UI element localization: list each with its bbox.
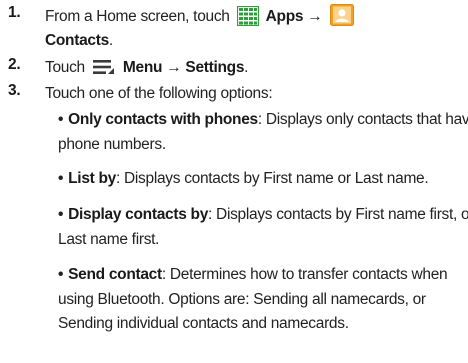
settings-label: Settings [185,59,245,76]
step-1-text: From a Home screen, touch Apps → Contact [45,4,358,53]
option-desc: : Displays contacts by First name or Las… [116,170,429,187]
arrow: → [166,59,182,76]
contacts-label: Contacts [45,32,109,49]
option-desc: : Displays contacts by First name first,… [208,206,468,223]
list-item: • List by: Displays contacts by First nam… [58,167,458,192]
option-desc-cont: Sending individual contacts and namecard… [58,315,349,332]
step-number: 2. [8,56,21,73]
list-item: • Display contacts by: Displays contacts … [58,203,468,252]
list-item: • Send contact: Determines how to transfe… [58,263,458,337]
bullet-dot: • [58,170,64,187]
step-number: 1. [8,4,21,21]
step-3-text: Touch one of the following options: [45,85,273,102]
contacts-icon [330,4,355,26]
option-term: Display contacts by [68,206,209,223]
menu-label: Menu [122,59,163,76]
arrow: → [307,8,323,25]
step-1-prefix: From a Home screen, touch [45,8,230,25]
menu-icon [92,60,114,74]
option-desc-cont: phone numbers. [58,135,166,153]
option-desc: : Displays only contacts that have [257,111,468,128]
option-term: Only contacts with phones [68,111,258,128]
contacts-suffix: . [108,32,113,49]
apps-grid-icon [236,6,259,26]
step-number: 3. [8,82,21,99]
option-desc-cont: Last name first. [58,230,160,248]
apps-label: Apps [265,8,304,25]
settings-suffix: . [244,59,249,76]
option-desc-cont: using Bluetooth. Options are: Sending al… [58,290,426,308]
step-2-prefix: Touch [45,59,85,76]
bullet-dot: • [58,266,64,283]
option-desc: : Determines how to transfer contacts wh… [161,266,448,283]
bullet-dot: • [58,111,64,128]
bullet-dot: • [58,206,64,223]
list-item: • Only contacts with phones: Displays onl… [58,108,468,157]
option-term: List by [68,170,116,187]
instructions-document: 1. From a Home screen, touch Apps → Cont… [0,0,468,363]
step-2-text: Touch Menu → Settings. [45,56,248,80]
option-term: Send contact [68,266,162,283]
